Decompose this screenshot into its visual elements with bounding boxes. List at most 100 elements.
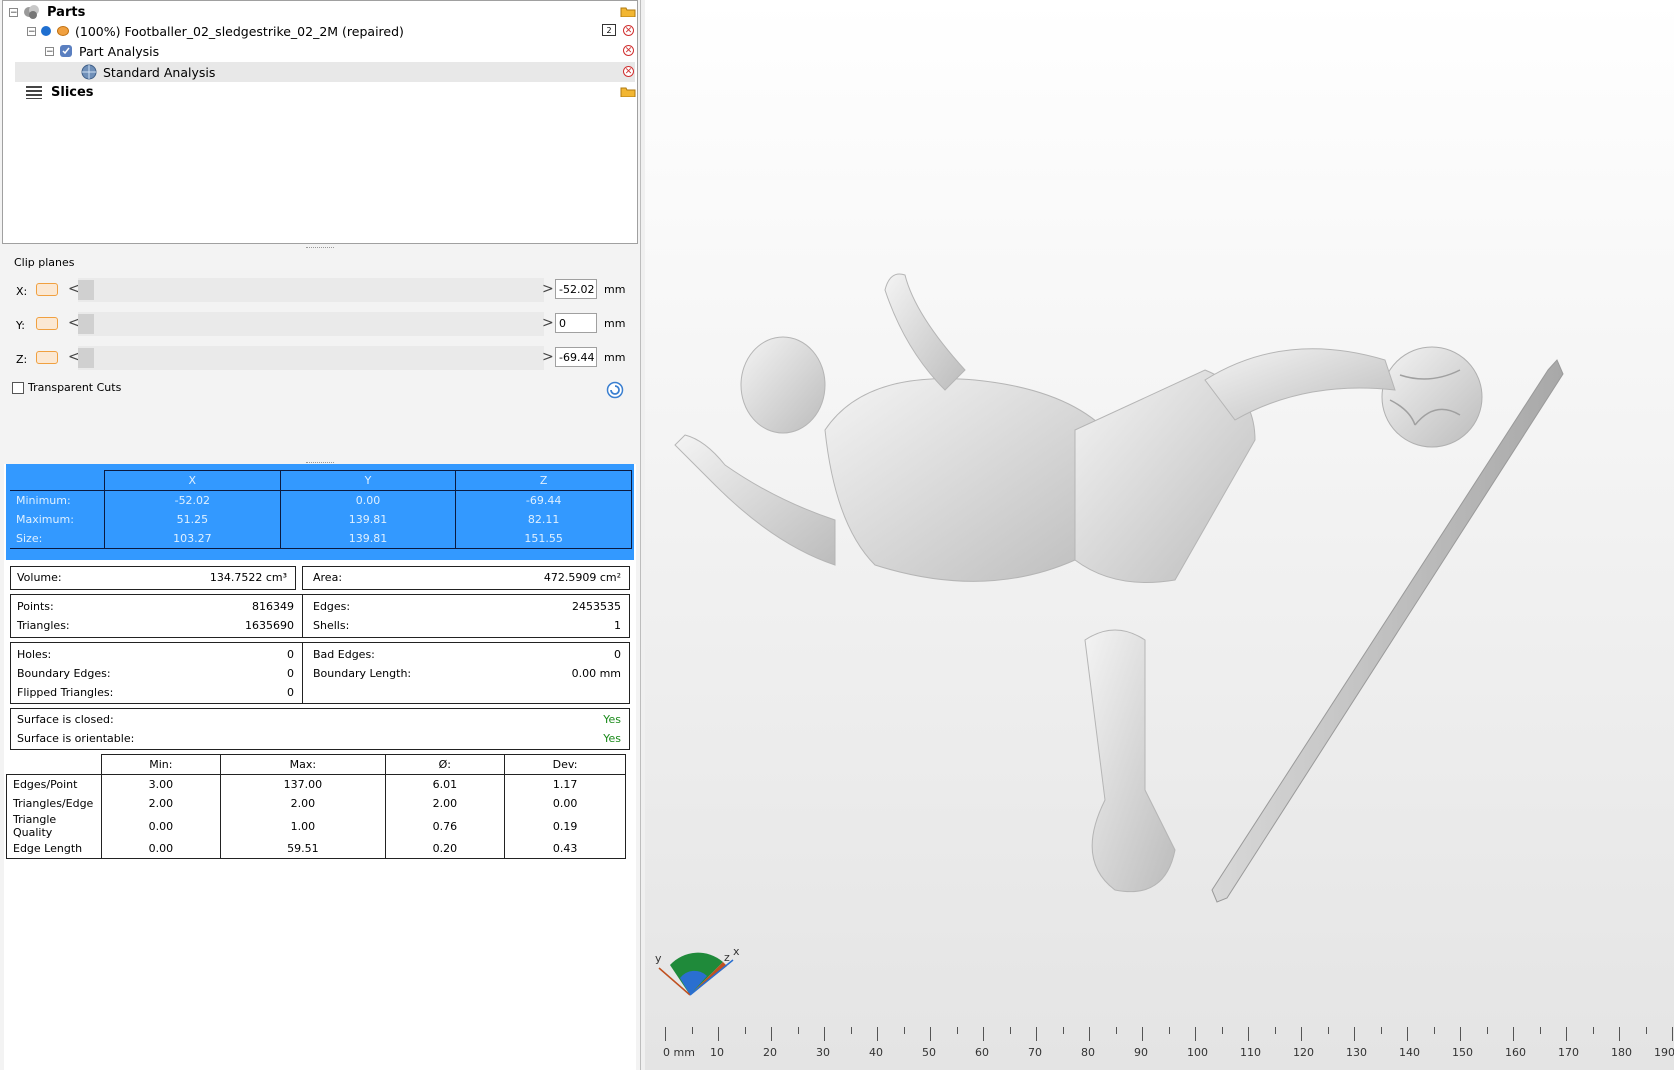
open-folder-icon[interactable] xyxy=(620,5,636,17)
plane-toggle-button[interactable] xyxy=(36,351,58,364)
clip-slider[interactable] xyxy=(78,278,544,302)
ruler-tick xyxy=(1354,1027,1355,1041)
slider-thumb[interactable] xyxy=(78,280,94,300)
gizmo-x-label: x xyxy=(733,945,740,958)
clip-planes-title: Clip planes xyxy=(14,256,75,269)
ruler-minor-tick xyxy=(1062,1027,1064,1034)
area-box: Area: 472.5909 cm² xyxy=(302,566,630,590)
points-label: Points: xyxy=(17,600,54,613)
tree-item-slices[interactable]: Slices xyxy=(25,82,94,102)
surface-orientable-value: Yes xyxy=(603,732,621,745)
clip-slider[interactable] xyxy=(78,312,544,336)
slider-right-arrow[interactable]: > xyxy=(542,349,554,365)
ruler-label: 100 xyxy=(1187,1046,1208,1059)
ball xyxy=(1381,346,1483,448)
ruler-tick xyxy=(718,1027,719,1041)
table-row: Triangle Quality 0.00 1.00 0.76 0.19 xyxy=(6,813,626,839)
cell: 0.00 xyxy=(504,794,626,813)
collapse-icon[interactable]: − xyxy=(27,26,36,36)
axis-label: X: xyxy=(16,285,28,298)
flipped-triangles-value: 0 xyxy=(287,686,294,699)
delete-analysis-icon[interactable]: ✕ xyxy=(623,45,634,56)
ruler-minor-tick xyxy=(1486,1027,1488,1034)
ruler-tick xyxy=(1301,1027,1302,1041)
ruler-label: 10 xyxy=(710,1046,724,1059)
column-header: Y xyxy=(279,470,457,491)
ruler-tick xyxy=(1407,1027,1408,1041)
volume-area-section: Volume: 134.7522 cm³ Area: 472.5909 cm² xyxy=(10,566,630,590)
slider-thumb[interactable] xyxy=(78,348,94,368)
part-count-badge[interactable]: 2 xyxy=(602,24,616,36)
slider-thumb[interactable] xyxy=(78,314,94,334)
cell: 6.01 xyxy=(384,774,506,794)
cell: 0.00 xyxy=(279,490,457,510)
cell: 0.19 xyxy=(504,813,626,839)
visibility-dot-icon[interactable] xyxy=(41,26,51,36)
torso xyxy=(824,378,1116,582)
parts-icon xyxy=(24,5,39,19)
delete-part-icon[interactable]: ✕ xyxy=(623,25,634,36)
triangles-label: Triangles: xyxy=(17,619,70,632)
slider-right-arrow[interactable]: > xyxy=(542,315,554,331)
ruler-label: 130 xyxy=(1346,1046,1367,1059)
open-folder-icon[interactable] xyxy=(620,85,636,97)
ruler-minor-tick xyxy=(1168,1027,1170,1034)
ruler-minor-tick xyxy=(744,1027,746,1034)
tree-item-part-analysis[interactable]: − Part Analysis xyxy=(45,41,159,61)
delete-standard-analysis-icon[interactable]: ✕ xyxy=(623,66,634,77)
plane-toggle-button[interactable] xyxy=(36,317,58,330)
bounding-box-table: X Y Z Minimum: -52.02 0.00 -69.44 Maximu… xyxy=(10,470,632,549)
tree-item-standard-analysis[interactable]: Standard Analysis xyxy=(81,62,215,82)
part-tree: − Parts − (100%) Footballer_02_sledgestr… xyxy=(2,0,638,244)
raised-leg xyxy=(1204,348,1396,421)
gizmo-z-label: z xyxy=(724,951,730,964)
tree-item-parts[interactable]: − Parts xyxy=(9,2,85,22)
ruler-tick xyxy=(1142,1027,1143,1041)
part-analysis-label: Part Analysis xyxy=(79,43,160,59)
reset-icon[interactable] xyxy=(606,381,624,399)
clip-slider[interactable] xyxy=(78,346,544,370)
ruler-tick xyxy=(1089,1027,1090,1041)
cell: -52.02 xyxy=(104,490,281,510)
ruler-label: 30 xyxy=(816,1046,830,1059)
ruler-label: 120 xyxy=(1293,1046,1314,1059)
ruler-tick xyxy=(1513,1027,1514,1041)
column-header: Min: xyxy=(100,754,222,775)
row-label: Triangles/Edge xyxy=(6,794,102,813)
model-render[interactable]: y z x xyxy=(645,0,1674,1022)
cell: 0.76 xyxy=(384,813,506,839)
column-header: Z xyxy=(455,470,632,491)
clip-value-input[interactable]: 0 xyxy=(555,313,597,333)
ruler-tick xyxy=(1460,1027,1461,1041)
ruler-tick xyxy=(877,1027,878,1041)
volume-label: Volume: xyxy=(17,571,62,584)
collapse-icon[interactable]: − xyxy=(9,7,18,17)
part-name: (100%) Footballer_02_sledgestrike_02_2M … xyxy=(75,23,404,39)
plane-toggle-button[interactable] xyxy=(36,283,58,296)
surface-orientable-label: Surface is orientable: xyxy=(17,732,135,745)
eye-icon[interactable] xyxy=(57,26,69,36)
ruler-label: 140 xyxy=(1399,1046,1420,1059)
clip-row-y: Y: < > 0 mm xyxy=(10,312,634,340)
cell: 2.00 xyxy=(220,794,386,813)
ruler-tick xyxy=(1672,1027,1673,1041)
area-label: Area: xyxy=(313,571,343,584)
slider-right-arrow[interactable]: > xyxy=(542,281,554,297)
tree-item-part[interactable]: − (100%) Footballer_02_sledgestrike_02_2… xyxy=(27,21,404,41)
cell: 0.43 xyxy=(504,839,626,859)
transparent-cuts-checkbox[interactable] xyxy=(12,382,24,394)
ruler-label: 80 xyxy=(1081,1046,1095,1059)
row-label: Triangle Quality xyxy=(6,813,102,839)
ruler-label: 190 xyxy=(1654,1046,1674,1059)
slices-icon xyxy=(26,86,42,99)
clip-value-input[interactable]: -69.44 xyxy=(555,347,597,367)
clip-value-input[interactable]: -52.02 xyxy=(555,279,597,299)
collapse-icon[interactable]: − xyxy=(45,46,54,56)
3d-viewport[interactable]: y z x xyxy=(645,0,1674,1070)
parts-label: Parts xyxy=(47,4,86,20)
splitter-handle[interactable] xyxy=(306,247,334,251)
cell: 139.81 xyxy=(279,529,457,549)
cell: 137.00 xyxy=(220,774,386,794)
transparent-cuts-option[interactable]: Transparent Cuts xyxy=(6,376,306,400)
defects-section: Holes: 0 Boundary Edges: 0 Flipped Triangl… xyxy=(10,642,630,704)
